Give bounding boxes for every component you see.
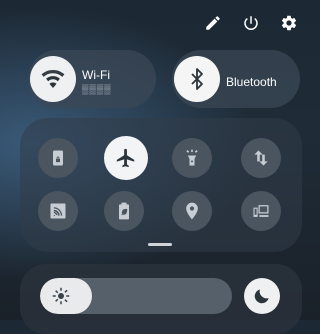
- device-connect-button[interactable]: [241, 191, 281, 231]
- wifi-label: Wi-Fi: [82, 68, 110, 82]
- wifi-network-name: ▒▒▒▒: [82, 84, 112, 94]
- brightness-slider[interactable]: [40, 278, 232, 314]
- night-mode-button[interactable]: [244, 278, 280, 314]
- mobile-data-icon: [254, 150, 268, 166]
- battery-saver-icon: [119, 202, 129, 220]
- battery-saver-button[interactable]: [104, 191, 144, 231]
- bluetooth-label: Bluetooth: [226, 75, 277, 89]
- wifi-icon[interactable]: [30, 56, 76, 102]
- edit-icon[interactable]: [202, 12, 224, 34]
- airplane-icon: [116, 148, 135, 168]
- top-actions: [202, 12, 300, 34]
- settings-icon[interactable]: [278, 12, 300, 34]
- flashlight-icon: [186, 149, 198, 166]
- bluetooth-icon[interactable]: [174, 56, 220, 102]
- bluetooth-tile[interactable]: Bluetooth: [172, 50, 300, 108]
- flashlight-button[interactable]: [172, 138, 212, 178]
- panel-drag-handle[interactable]: [148, 243, 172, 246]
- brightness-slider-fill: [40, 278, 92, 314]
- cast-button[interactable]: [38, 191, 78, 231]
- cast-icon: [50, 203, 66, 219]
- airplane-mode-button[interactable]: [104, 136, 148, 180]
- mobile-data-button[interactable]: [241, 138, 281, 178]
- location-icon: [186, 202, 198, 220]
- power-icon[interactable]: [240, 12, 262, 34]
- device-connect-icon: [253, 205, 269, 217]
- sun-icon: [52, 287, 70, 305]
- moon-icon: [254, 289, 269, 304]
- screenshot-button[interactable]: [38, 138, 78, 178]
- wifi-tile[interactable]: Wi-Fi ▒▒▒▒: [28, 50, 156, 108]
- screenshot-icon: [53, 150, 63, 166]
- location-button[interactable]: [172, 191, 212, 231]
